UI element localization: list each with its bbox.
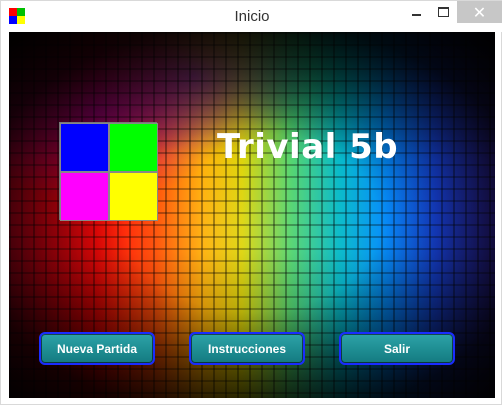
new-game-button[interactable]: Nueva Partida (39, 332, 155, 365)
minimize-icon (412, 14, 421, 16)
close-icon: ✕ (472, 2, 487, 22)
close-button[interactable]: ✕ (457, 1, 502, 23)
exit-button[interactable]: Salir (339, 332, 455, 365)
maximize-button[interactable] (430, 1, 457, 23)
maximize-icon (438, 7, 449, 17)
logo-cell-magenta (60, 172, 109, 221)
logo-cell-yellow (109, 172, 158, 221)
game-title: Trivial 5b (217, 127, 399, 167)
app-window: Inicio ✕ Trivial 5b Nueva Partida Instru… (0, 0, 502, 405)
logo-cell-green (109, 123, 158, 172)
logo-cell-blue (60, 123, 109, 172)
game-logo (59, 122, 158, 221)
minimize-button[interactable] (403, 1, 430, 23)
main-canvas: Trivial 5b Nueva Partida Instrucciones S… (9, 32, 495, 398)
title-bar[interactable]: Inicio ✕ (1, 1, 502, 32)
instructions-button[interactable]: Instrucciones (189, 332, 305, 365)
